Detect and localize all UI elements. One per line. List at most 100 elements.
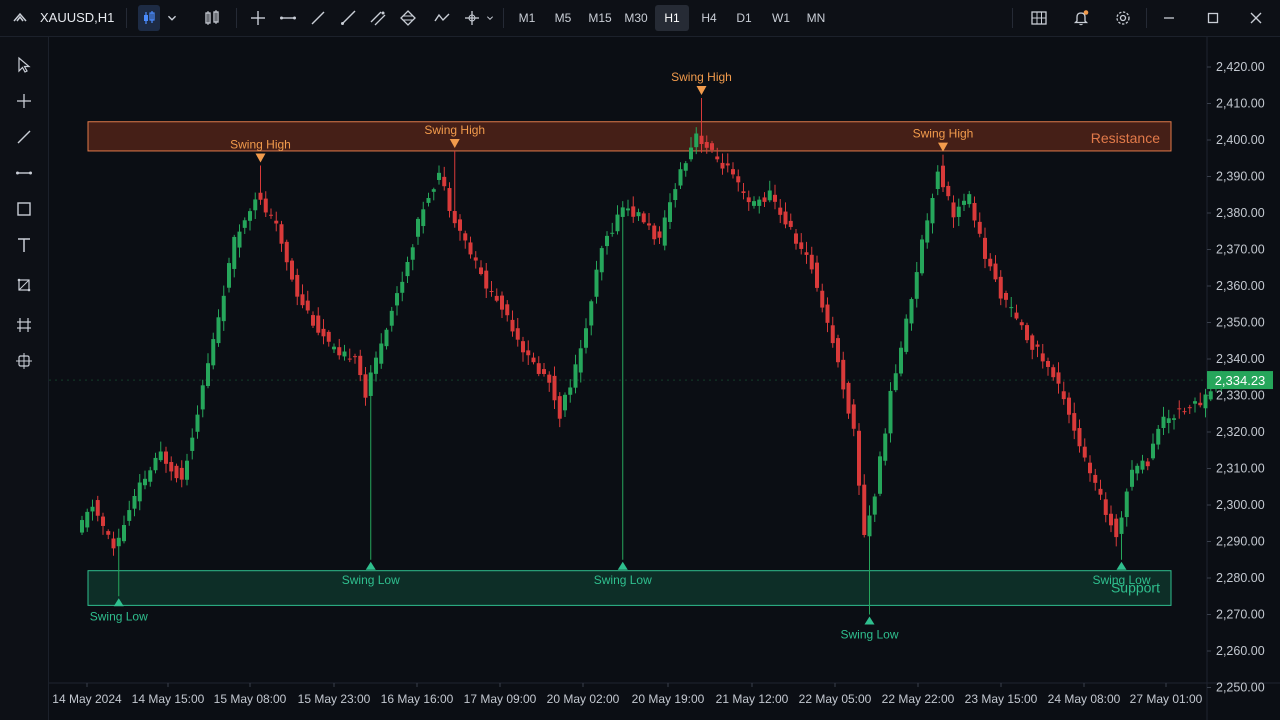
candle-body bbox=[820, 290, 825, 308]
candle-body bbox=[174, 465, 179, 479]
y-tick-label: 2,390.00 bbox=[1216, 170, 1265, 184]
candle-body bbox=[584, 328, 588, 348]
candle-body bbox=[977, 221, 982, 234]
candle-body bbox=[993, 263, 998, 280]
candle-body bbox=[647, 223, 651, 226]
candle-body bbox=[1103, 499, 1108, 515]
candle-body bbox=[116, 537, 121, 547]
candle-body bbox=[1014, 312, 1019, 319]
candle-body bbox=[626, 208, 630, 211]
candle-body bbox=[883, 433, 888, 461]
x-tick-label: 15 May 23:00 bbox=[298, 692, 371, 706]
swing-low-marker bbox=[1116, 561, 1127, 570]
candle-body bbox=[1004, 293, 1008, 300]
y-tick-label: 2,410.00 bbox=[1216, 97, 1265, 111]
candle-body bbox=[736, 176, 741, 183]
candle-body bbox=[342, 351, 347, 357]
candle-body bbox=[563, 394, 567, 411]
candle-body bbox=[1124, 491, 1129, 518]
candle-body bbox=[941, 165, 945, 188]
candle-body bbox=[636, 212, 641, 217]
candle-body bbox=[473, 257, 478, 261]
candle-body bbox=[1208, 391, 1213, 400]
candle-body bbox=[190, 437, 195, 451]
swing-low-label: Swing Low bbox=[840, 628, 898, 642]
candle-body bbox=[542, 369, 546, 374]
candle-body bbox=[804, 252, 809, 255]
candle-body bbox=[263, 198, 268, 213]
candle-body bbox=[1030, 335, 1035, 350]
candle-body bbox=[279, 224, 284, 244]
candle-body bbox=[594, 269, 599, 297]
candle-body bbox=[442, 176, 447, 187]
candle-body bbox=[710, 143, 714, 150]
candle-body bbox=[962, 200, 966, 205]
y-tick-label: 2,370.00 bbox=[1216, 243, 1265, 257]
candle-body bbox=[295, 274, 300, 297]
candle-body bbox=[878, 456, 882, 494]
candle-body bbox=[1182, 411, 1187, 413]
candle-body bbox=[1093, 474, 1098, 483]
x-tick-label: 14 May 15:00 bbox=[132, 692, 205, 706]
swing-low-marker bbox=[365, 561, 376, 570]
candle-body bbox=[1035, 344, 1040, 347]
y-tick-label: 2,400.00 bbox=[1216, 133, 1265, 147]
swing-high-label: Swing High bbox=[671, 70, 732, 84]
candle-body bbox=[846, 382, 851, 414]
candle-body bbox=[836, 338, 840, 363]
y-tick-label: 2,280.00 bbox=[1216, 571, 1265, 585]
candle-body bbox=[872, 496, 877, 515]
candle-body bbox=[1187, 407, 1192, 409]
candle-body bbox=[384, 329, 389, 347]
candle-body bbox=[930, 198, 935, 224]
candle-body bbox=[132, 496, 137, 509]
candle-body bbox=[1067, 397, 1071, 415]
candle-body bbox=[284, 241, 289, 263]
candle-body bbox=[631, 206, 636, 217]
y-tick-label: 2,260.00 bbox=[1216, 644, 1265, 658]
candle-body bbox=[290, 260, 294, 280]
y-tick-label: 2,290.00 bbox=[1216, 535, 1265, 549]
candle-body bbox=[363, 374, 368, 398]
candle-body bbox=[704, 142, 709, 148]
candle-body bbox=[426, 198, 431, 203]
candle-body bbox=[1198, 402, 1203, 406]
candle-body bbox=[778, 207, 783, 215]
x-tick-label: 15 May 08:00 bbox=[214, 692, 287, 706]
x-tick-label: 17 May 09:00 bbox=[464, 692, 537, 706]
candle-body bbox=[662, 217, 667, 246]
candle-body bbox=[699, 135, 704, 145]
candle-body bbox=[1130, 469, 1134, 487]
swing-high-marker bbox=[255, 153, 266, 163]
candle-body bbox=[547, 374, 552, 383]
candle-body bbox=[337, 347, 342, 356]
candle-body bbox=[914, 272, 919, 299]
candle-body bbox=[1040, 353, 1045, 362]
candle-body bbox=[746, 197, 751, 203]
candle-body bbox=[316, 315, 321, 333]
candle-body bbox=[148, 470, 153, 482]
candle-body bbox=[106, 531, 111, 535]
candle-body bbox=[347, 358, 352, 360]
candle-body bbox=[1061, 391, 1066, 400]
price-chart[interactable]: 2,420.00 2,410.00 2,400.00 2,390.00 2,380.00… bbox=[0, 0, 1280, 720]
current-price-label: 2,334.23 bbox=[1215, 373, 1266, 388]
candle-body bbox=[1151, 443, 1155, 459]
candle-body bbox=[1172, 418, 1176, 420]
candle-body bbox=[358, 355, 363, 376]
x-tick-label: 23 May 15:00 bbox=[965, 692, 1038, 706]
candle-body bbox=[536, 363, 541, 374]
candle-body bbox=[353, 356, 357, 358]
candle-body bbox=[169, 462, 174, 472]
candle-body bbox=[127, 510, 132, 521]
candle-body bbox=[668, 202, 672, 222]
candle-body bbox=[515, 328, 520, 340]
candle-body bbox=[673, 189, 678, 201]
candle-body bbox=[620, 207, 625, 217]
candle-body bbox=[694, 133, 699, 148]
candle-body bbox=[389, 310, 394, 326]
candle-body bbox=[920, 239, 924, 274]
y-tick-label: 2,360.00 bbox=[1216, 279, 1265, 293]
candle-body bbox=[237, 231, 242, 248]
candle-body bbox=[1161, 416, 1166, 429]
